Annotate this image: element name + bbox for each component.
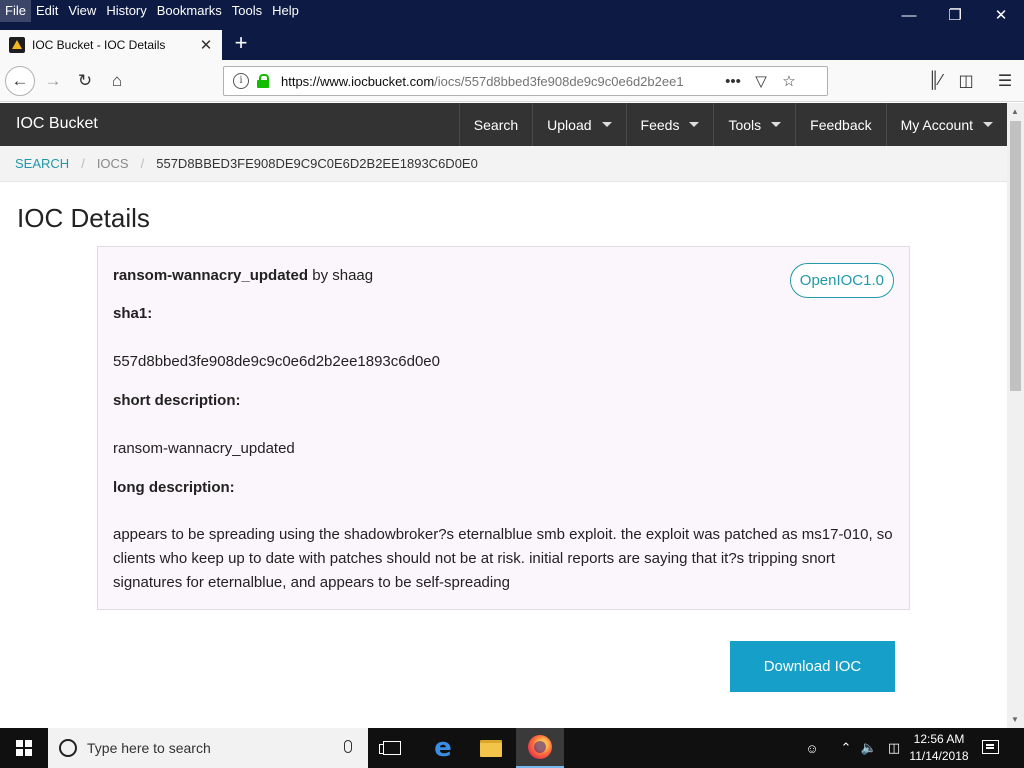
task-view-button[interactable]	[368, 728, 416, 768]
menu-bookmarks[interactable]: Bookmarks	[152, 0, 227, 22]
scroll-down-icon[interactable]: ▼	[1011, 715, 1019, 724]
menu-tools[interactable]: Tools	[227, 0, 267, 22]
page-title: IOC Details	[17, 203, 150, 233]
menu-edit[interactable]: Edit	[31, 0, 63, 22]
nav-feedback[interactable]: Feedback	[795, 103, 885, 146]
windows-logo-icon	[16, 740, 32, 756]
menu-history[interactable]: History	[101, 0, 151, 22]
cortana-icon	[59, 739, 77, 757]
taskbar-search-box[interactable]: Type here to search	[48, 728, 368, 768]
taskbar-search-placeholder: Type here to search	[87, 740, 211, 756]
url-text[interactable]: https://www.iocbucket.com/iocs/557d8bbed…	[281, 74, 719, 89]
sha1-label: sha1:	[113, 305, 153, 322]
people-icon[interactable]: ☺	[798, 728, 826, 768]
tab-strip: IOC Bucket - IOC Details ✕ +	[0, 22, 1024, 60]
nav-feeds[interactable]: Feeds	[625, 103, 714, 146]
clock-time: 12:56 AM	[913, 732, 965, 746]
action-center-icon[interactable]	[982, 740, 999, 754]
breadcrumb-separator: /	[81, 156, 85, 171]
browser-menubar: File Edit View History Bookmarks Tools H…	[0, 0, 1024, 24]
home-icon[interactable]: ⌂	[102, 66, 132, 96]
address-bar[interactable]: i https://www.iocbucket.com/iocs/557d8bb…	[223, 66, 828, 96]
nav-my-account[interactable]: My Account	[885, 103, 1007, 146]
new-tab-icon[interactable]: +	[229, 30, 253, 58]
breadcrumb: SEARCH / IOCS / 557D8BBED3FE908DE9C9C0E6…	[0, 146, 1007, 182]
network-icon[interactable]: ◫	[882, 728, 906, 768]
taskbar-clock[interactable]: 12:56 AM 11/14/2018	[905, 731, 973, 765]
ioc-name: ransom-wannacry_updated	[113, 267, 309, 284]
short-description-label: short description:	[113, 392, 241, 409]
microphone-icon[interactable]	[344, 740, 352, 753]
menu-file[interactable]: File	[0, 0, 31, 22]
close-tab-icon[interactable]: ✕	[196, 36, 216, 54]
ioc-byline: ransom-wannacry_updated by shaag	[113, 267, 373, 284]
lock-icon	[257, 74, 269, 88]
reload-icon[interactable]: ↻	[70, 66, 100, 96]
short-description-value: ransom-wannacry_updated	[113, 440, 295, 457]
start-button[interactable]	[0, 728, 48, 768]
task-view-icon	[379, 741, 401, 755]
site-nav-items: Search Upload Feeds Tools Feedback My Ac…	[458, 103, 1007, 146]
sidebar-icon[interactable]: ◫	[951, 66, 981, 96]
long-description-label: long description:	[113, 479, 235, 496]
chevron-down-icon	[983, 122, 993, 127]
long-description-value: appears to be spreading using the shadow…	[113, 526, 893, 591]
scrollbar-thumb[interactable]	[1010, 121, 1021, 391]
breadcrumb-current: 557D8BBED3FE908DE9C9C0E6D2B2EE1893C6D0E0	[156, 156, 478, 171]
windows-taskbar: Type here to search e ☺ ⌃ 🔈 ◫ 12:56 AM 1…	[0, 728, 1024, 768]
tab-ioc-details[interactable]: IOC Bucket - IOC Details ✕	[0, 30, 222, 60]
tab-title: IOC Bucket - IOC Details	[32, 38, 166, 52]
download-ioc-button[interactable]: Download IOC	[730, 641, 895, 692]
iocbucket-favicon-icon	[9, 37, 25, 53]
site-info-icon[interactable]: i	[233, 73, 249, 89]
breadcrumb-search-link[interactable]: SEARCH	[15, 156, 69, 171]
page-actions-icon[interactable]: •••	[719, 73, 747, 90]
back-icon[interactable]: ←	[5, 66, 35, 96]
library-icon[interactable]: ║∕	[920, 66, 950, 96]
nav-tools[interactable]: Tools	[713, 103, 795, 146]
ioc-details-panel: ransom-wannacry_updated by shaag OpenIOC…	[97, 246, 910, 610]
menu-help[interactable]: Help	[267, 0, 304, 22]
page-scrollbar[interactable]: ▲ ▼	[1007, 103, 1024, 728]
page-viewport: IOC Bucket Search Upload Feeds Tools Fee…	[0, 103, 1007, 728]
edge-taskbar-button[interactable]: e	[419, 728, 467, 768]
breadcrumb-separator: /	[140, 156, 145, 171]
ioc-author: shaag	[332, 267, 374, 284]
bookmark-star-icon[interactable]: ☆	[775, 72, 803, 90]
pocket-icon[interactable]: ▽	[747, 72, 775, 90]
nav-search[interactable]: Search	[458, 103, 532, 146]
chevron-down-icon	[771, 122, 782, 127]
browser-toolbar: ← → ↻ ⌂ i https://www.iocbucket.com/iocs…	[0, 60, 1024, 102]
clock-date: 11/14/2018	[909, 749, 969, 763]
edge-icon: e	[434, 733, 452, 763]
scroll-up-icon[interactable]: ▲	[1011, 107, 1019, 116]
show-hidden-icons-icon[interactable]: ⌃	[836, 728, 856, 768]
firefox-taskbar-button[interactable]	[516, 728, 564, 768]
format-badge: OpenIOC1.0	[789, 263, 894, 298]
by-label: by	[312, 267, 329, 284]
folder-icon	[480, 739, 502, 757]
site-navbar: IOC Bucket Search Upload Feeds Tools Fee…	[0, 103, 1007, 146]
hamburger-menu-icon[interactable]: ☰	[990, 66, 1020, 96]
sha1-value: 557d8bbed3fe908de9c9c0e6d2b2ee1893c6d0e0	[113, 353, 440, 370]
forward-icon[interactable]: →	[38, 66, 68, 96]
menu-view[interactable]: View	[63, 0, 101, 22]
site-brand[interactable]: IOC Bucket	[16, 115, 98, 133]
firefox-icon	[528, 735, 552, 759]
volume-muted-icon[interactable]: 🔈	[858, 728, 880, 768]
chevron-down-icon	[689, 122, 700, 127]
chevron-down-icon	[601, 122, 612, 127]
breadcrumb-iocs-link[interactable]: IOCS	[97, 156, 129, 171]
file-explorer-taskbar-button[interactable]	[467, 728, 515, 768]
nav-upload[interactable]: Upload	[532, 103, 625, 146]
